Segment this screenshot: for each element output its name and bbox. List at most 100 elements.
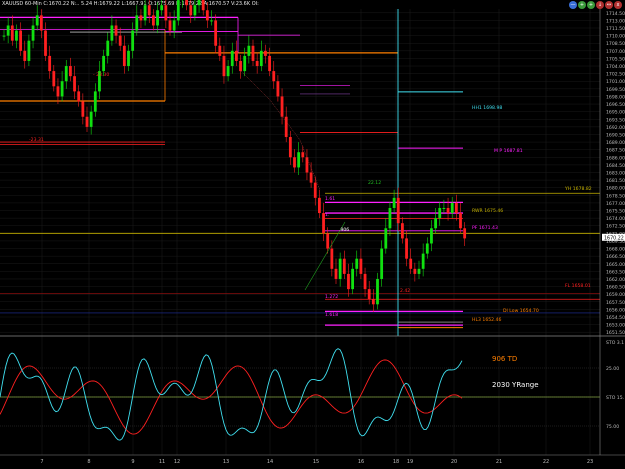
candle-body <box>384 228 388 249</box>
candle-body <box>459 213 462 229</box>
price-axis-label: 1677.00 <box>606 201 625 207</box>
candle-body <box>210 20 213 22</box>
price-axis-label: 1654.50 <box>606 315 625 321</box>
candle-body <box>189 5 193 16</box>
candle-body <box>164 5 168 21</box>
candle-body <box>388 207 392 229</box>
price-axis-label: 1657.50 <box>606 300 625 306</box>
candle-body <box>454 202 458 214</box>
fib-b-label: 1. <box>325 212 329 218</box>
price-axis-label: 1698.00 <box>606 94 625 100</box>
price-axis-label: 1674.00 <box>606 216 625 222</box>
current-price-text: 1670.22 <box>604 235 624 241</box>
candle-body <box>69 66 72 77</box>
price-axis-label: 1681.50 <box>606 178 625 184</box>
candle-body <box>293 157 296 168</box>
rwr-label: RWR 1675.46 <box>472 208 503 214</box>
fib-c-label: 1.272 <box>325 294 338 300</box>
candle-body <box>276 81 280 97</box>
price-axis-label: 1659.00 <box>606 292 625 298</box>
price-axis-label: 1704.00 <box>606 64 625 70</box>
value-label: -23.31 <box>29 137 44 143</box>
candle-body <box>205 10 209 21</box>
candle-body <box>226 66 230 77</box>
price-axis-label: 1702.50 <box>606 72 625 78</box>
candle-body <box>392 197 396 208</box>
candle-body <box>172 20 176 31</box>
value-label: - 23.30 <box>93 72 109 78</box>
price-axis-label: 1710.00 <box>606 34 625 40</box>
time-axis-label: 19 <box>407 459 413 465</box>
candle-body <box>425 243 429 254</box>
candle-body <box>342 258 346 274</box>
candle-body <box>380 248 384 279</box>
price-axis-label: 1714.50 <box>606 11 625 17</box>
candle-body <box>405 238 408 259</box>
price-axis-label: 1692.00 <box>606 125 625 131</box>
candle-body <box>197 0 201 6</box>
candle-body <box>48 55 52 72</box>
candle-body <box>338 258 342 279</box>
candle-body <box>52 71 56 87</box>
candle-body <box>318 197 321 214</box>
price-axis-label: 1696.50 <box>606 102 625 108</box>
time-axis: 7 8 9 11 12 13 14 15 16 18 19 20 21 22 23 <box>0 335 625 465</box>
dlow-label: Dl Low 1654.70 <box>503 308 539 314</box>
time-axis-label: 15 <box>313 459 319 465</box>
candle-body <box>239 60 242 72</box>
candle-body <box>44 30 47 56</box>
candle-body <box>114 25 118 36</box>
candle-body <box>450 202 454 214</box>
candle-body <box>363 273 367 290</box>
price-axis-label: 1672.50 <box>606 224 625 230</box>
price-axis-label: 1701.00 <box>606 79 625 85</box>
time-axis-label: 20 <box>451 459 457 465</box>
candle-body <box>376 278 379 305</box>
candle-body <box>35 15 39 26</box>
price-axis-label: 1690.50 <box>606 132 625 138</box>
candle-body <box>143 5 147 21</box>
candle-body <box>222 55 226 77</box>
candle-body <box>56 86 60 97</box>
price-axis-label: 1713.00 <box>606 18 625 24</box>
candle-body <box>413 268 417 274</box>
candle-body <box>305 157 309 173</box>
candle-body <box>401 223 404 239</box>
chart-annotations: HH1 1698.98 M P 1687.81 YH 1678.82 RWR 1675… <box>29 72 592 323</box>
price-axis-label: 1686.00 <box>606 155 625 161</box>
candle-body <box>446 207 450 214</box>
candle-body <box>442 207 446 209</box>
price-axis-label: 1695.00 <box>606 110 625 116</box>
candle-body <box>268 55 271 72</box>
candle-body <box>371 299 375 305</box>
candle-body <box>89 111 93 127</box>
price-axis-label: 1678.50 <box>606 193 625 199</box>
price-chart[interactable]: HH1 1698.98 M P 1687.81 YH 1678.82 RWR 1675… <box>0 0 625 469</box>
candle-body <box>2 35 6 37</box>
candle-body <box>334 268 338 279</box>
yh-label: YH 1678.82 <box>564 186 592 192</box>
candle-body <box>235 50 238 61</box>
candle-body <box>147 5 151 16</box>
hl3-label: HL3 1652.46 <box>472 317 501 323</box>
time-axis-label: 11 <box>159 459 165 465</box>
candle-body <box>102 55 105 72</box>
candle-body <box>64 66 68 82</box>
price-axis-label: 1680.00 <box>606 186 625 192</box>
candle-body <box>434 218 437 229</box>
price-axis-label: 1711.50 <box>606 26 625 32</box>
candle-body <box>60 81 64 97</box>
candle-body <box>176 0 180 21</box>
candle-body <box>27 40 31 61</box>
candle-body <box>185 0 188 6</box>
osc-axis-label: 75.00 <box>606 424 619 430</box>
time-axis-label: 9 <box>131 459 134 465</box>
price-axis-label: 1708.50 <box>606 41 625 47</box>
candle-body <box>6 25 10 36</box>
candle-body <box>259 50 263 67</box>
price-axis-label: 1662.00 <box>606 277 625 283</box>
candle-body <box>73 76 76 92</box>
price-axis-label: 1665.00 <box>606 262 625 268</box>
candle-body <box>110 25 114 41</box>
price-axis-label: 1660.50 <box>606 285 625 291</box>
